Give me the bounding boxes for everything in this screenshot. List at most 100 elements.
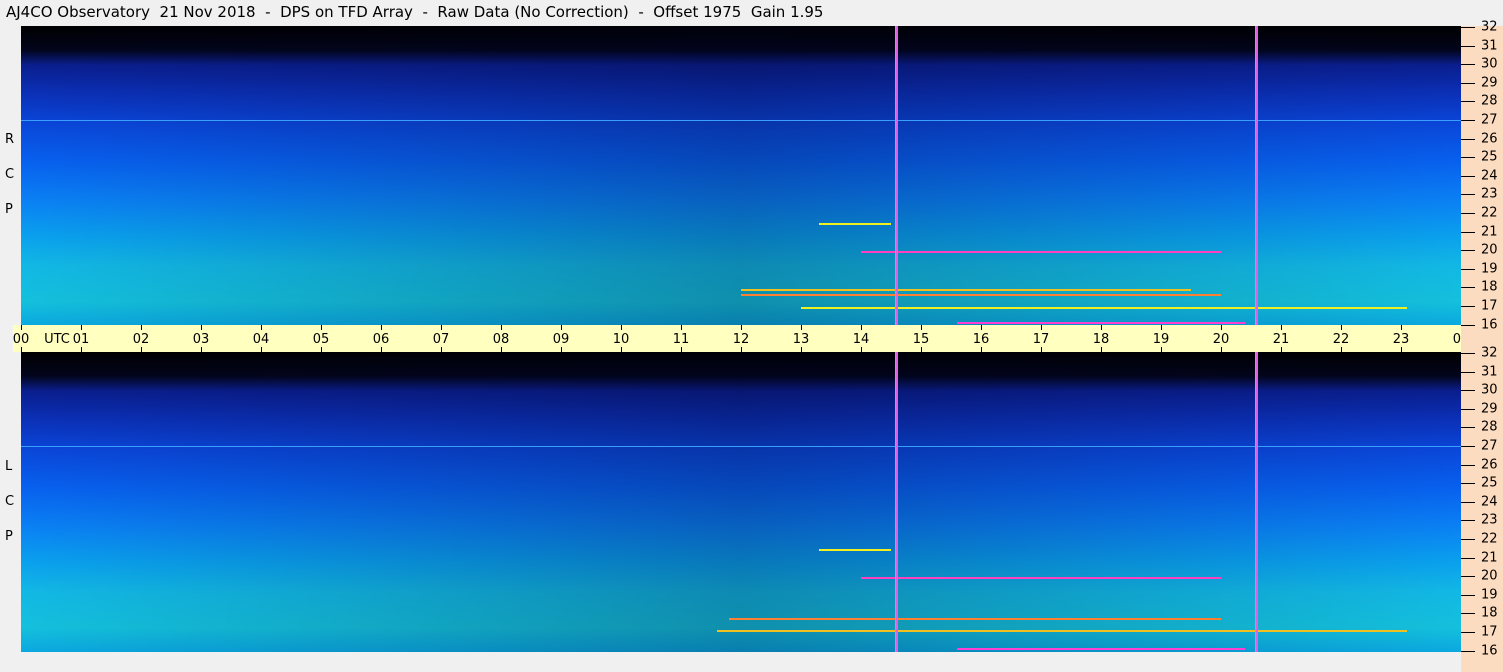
utc-tick-mark <box>501 347 502 352</box>
utc-tick-mark <box>1401 325 1402 330</box>
frequency-tick-label: 25 <box>1481 475 1498 491</box>
utc-tick-mark <box>1221 325 1222 330</box>
utc-tick-label: 02 <box>132 332 150 347</box>
utc-tick-label: 22 <box>1332 332 1350 347</box>
utc-tick-mark <box>681 325 682 330</box>
frequency-tick-label: 27 <box>1481 438 1498 454</box>
frequency-tick-mark <box>1461 287 1475 289</box>
utc-tick-label: 06 <box>372 332 390 347</box>
emission-band <box>801 307 1407 310</box>
utc-tick-mark <box>981 325 982 330</box>
utc-tick-mark <box>861 325 862 330</box>
frequency-tick-mark <box>1461 82 1475 84</box>
frequency-tick-label: 26 <box>1481 457 1498 473</box>
frequency-tick-mark <box>1461 250 1475 252</box>
frequency-tick-mark <box>1461 194 1475 196</box>
utc-tick-label: 07 <box>432 332 450 347</box>
emission-band <box>741 288 1191 291</box>
frequency-tick-mark <box>1461 632 1475 633</box>
frequency-tick-label: 32 <box>1481 345 1498 361</box>
emission-band <box>861 251 1221 253</box>
utc-tick-mark <box>801 347 802 352</box>
frequency-tick-label: 31 <box>1481 364 1498 380</box>
utc-tick-mark <box>201 347 202 352</box>
frequency-tick-label: 30 <box>1481 382 1498 398</box>
frequency-axis: 32 31 30 29 28 27 26 25 24 23 22 21 20 19 18 17 16 32 31 30… <box>1461 20 1503 672</box>
utc-tick-label: 13 <box>792 332 810 347</box>
frequency-tick-label: 22 <box>1481 531 1498 547</box>
frequency-tick-mark <box>1461 483 1475 485</box>
frequency-tick-label: 29 <box>1481 401 1498 417</box>
vertical-marker-line <box>1255 352 1259 652</box>
utc-tick-label: 05 <box>312 332 330 347</box>
utc-tick-mark <box>441 347 442 352</box>
utc-tick-mark <box>1281 347 1282 352</box>
utc-tick-label: 18 <box>1092 332 1110 347</box>
utc-tick-mark <box>1281 325 1282 330</box>
utc-tick-mark <box>1341 325 1342 330</box>
lcp-letter-c: C <box>5 494 15 509</box>
frequency-tick-mark <box>1461 464 1475 466</box>
utc-tick-mark <box>1161 347 1162 352</box>
frequency-tick-label: 26 <box>1481 131 1498 147</box>
frequency-tick-mark <box>1461 539 1475 540</box>
frequency-tick-label: 17 <box>1481 624 1498 640</box>
vertical-marker-line <box>895 352 899 652</box>
utc-tick-mark <box>141 325 142 330</box>
frequency-tick-mark <box>1461 101 1475 103</box>
utc-tick-label: 15 <box>912 332 930 347</box>
utc-tick-mark <box>321 347 322 352</box>
frequency-tick-label: 18 <box>1481 605 1498 621</box>
utc-tick-mark <box>321 325 322 330</box>
utc-tick-label: 03 <box>192 332 210 347</box>
frequency-tick-mark <box>1461 427 1475 429</box>
frequency-tick-mark <box>1461 120 1475 121</box>
emission-band <box>819 222 891 225</box>
utc-tick-mark <box>921 325 922 330</box>
frequency-tick-mark <box>1461 576 1475 578</box>
rcp-letter-c: C <box>5 167 15 182</box>
utc-tick-mark <box>81 325 82 330</box>
frequency-tick-label: 19 <box>1481 587 1498 603</box>
frequency-tick-mark <box>1461 175 1475 177</box>
utc-tick-label: 00 <box>12 332 30 347</box>
frequency-tick-mark <box>1461 557 1475 559</box>
lcp-letter-l: L <box>5 459 13 474</box>
frequency-tick-label: 24 <box>1481 168 1498 184</box>
utc-tick-mark <box>381 347 382 352</box>
lcp-spectrogram <box>21 352 1461 652</box>
utc-time-axis: 00 01 02 03 04 05 06 07 08 09 10 11 12 13 14 15 16 17 18 19… <box>12 325 1500 352</box>
frequency-tick-label: 25 <box>1481 149 1498 165</box>
frequency-tick-mark <box>1461 390 1475 392</box>
utc-tick-mark <box>501 325 502 330</box>
frequency-tick-label: 20 <box>1481 568 1498 584</box>
vertical-marker-line <box>1255 26 1259 326</box>
utc-tick-mark <box>741 347 742 352</box>
frequency-tick-label: 22 <box>1481 205 1498 221</box>
utc-tick-mark <box>861 347 862 352</box>
utc-tick-mark <box>21 347 22 352</box>
utc-tick-mark <box>681 347 682 352</box>
frequency-tick-mark <box>1461 306 1475 307</box>
utc-tick-mark <box>561 325 562 330</box>
emission-band <box>957 648 1245 651</box>
frequency-tick-mark <box>1461 27 1475 28</box>
lcp-letter-p: P <box>5 529 13 544</box>
frequency-tick-label: 30 <box>1481 56 1498 72</box>
utc-tick-mark <box>21 325 22 330</box>
utc-tick-label: 14 <box>852 332 870 347</box>
frequency-tick-mark <box>1461 353 1475 354</box>
frequency-tick-mark <box>1461 45 1475 47</box>
rcp-letter-r: R <box>5 132 15 147</box>
emission-band <box>741 294 1221 297</box>
utc-tick-mark <box>1401 347 1402 352</box>
frequency-tick-label: 31 <box>1481 38 1498 54</box>
frequency-tick-label: 18 <box>1481 279 1498 295</box>
utc-tick-mark <box>921 347 922 352</box>
utc-tick-mark <box>261 325 262 330</box>
utc-tick-mark <box>381 325 382 330</box>
utc-tick-mark <box>261 347 262 352</box>
frequency-tick-mark <box>1461 594 1475 596</box>
frequency-tick-label: 21 <box>1481 550 1498 566</box>
utc-tick-label: 01 <box>72 332 90 347</box>
